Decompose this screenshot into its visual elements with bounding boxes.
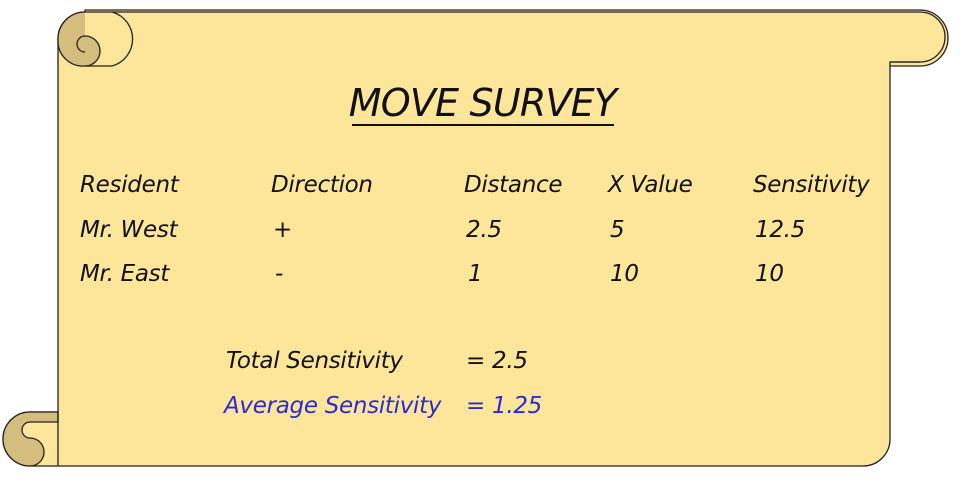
total-sensitivity-label: Total Sensitivity xyxy=(226,348,403,374)
row-1-direction: + xyxy=(273,217,292,243)
total-sensitivity-value: = 2.5 xyxy=(466,348,528,374)
header-direction: Direction xyxy=(271,172,373,198)
row-2-distance: 1 xyxy=(468,261,483,287)
row-2-resident: Mr. East xyxy=(80,261,170,287)
row-1-sensitivity: 12.5 xyxy=(755,217,806,243)
header-resident: Resident xyxy=(80,172,179,198)
header-x-value: X Value xyxy=(608,172,693,198)
title-underline xyxy=(352,124,614,126)
row-1-x-value: 5 xyxy=(610,217,625,243)
row-1-resident: Mr. West xyxy=(80,217,178,243)
row-2-sensitivity: 10 xyxy=(755,261,784,287)
row-1-distance: 2.5 xyxy=(466,217,502,243)
header-sensitivity: Sensitivity xyxy=(753,172,870,198)
row-2-direction: - xyxy=(275,261,283,287)
row-2-x-value: 10 xyxy=(610,261,639,287)
header-distance: Distance xyxy=(464,172,563,198)
average-sensitivity-value: = 1.25 xyxy=(466,393,542,419)
page-title: MOVE SURVEY xyxy=(348,81,617,125)
average-sensitivity-label: Average Sensitivity xyxy=(224,393,442,419)
